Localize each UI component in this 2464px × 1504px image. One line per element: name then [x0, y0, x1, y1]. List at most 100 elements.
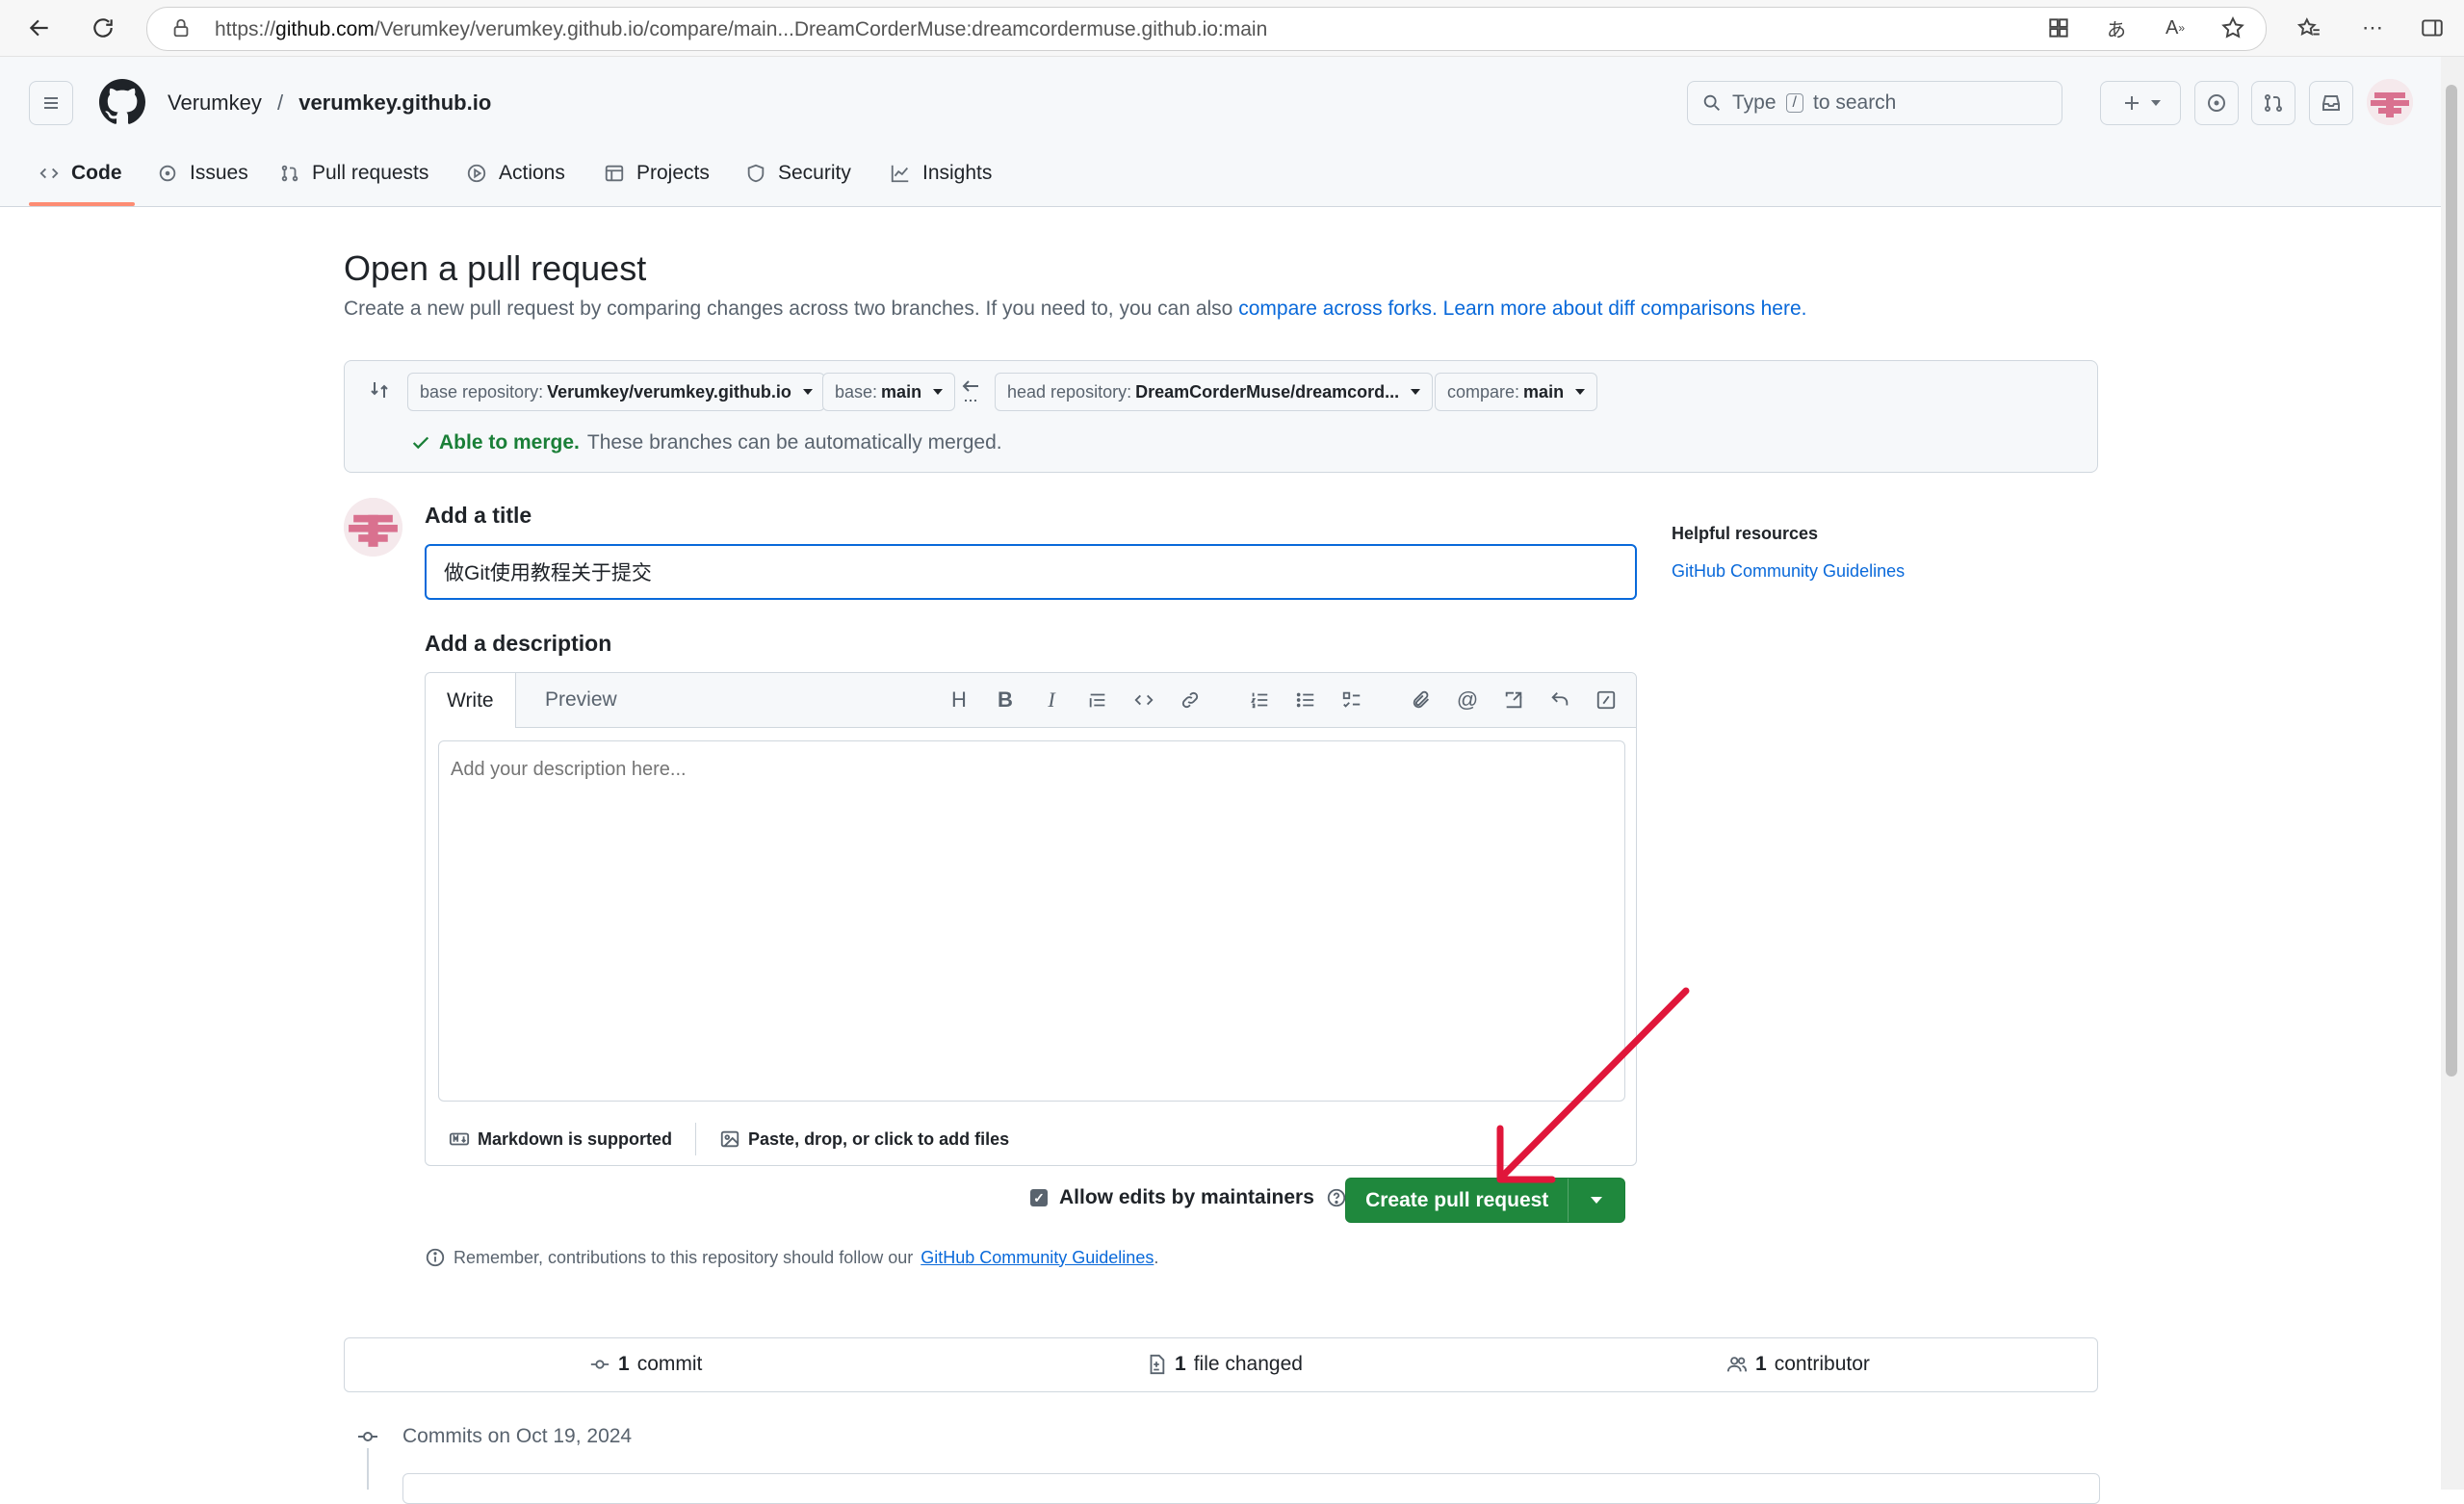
menu-icon[interactable]: [29, 81, 73, 125]
base-repository-value: Verumkey/verumkey.github.io: [547, 381, 791, 402]
code-icon: [39, 168, 59, 179]
chevron-down-icon: [802, 389, 813, 395]
plus-icon: [2125, 96, 2139, 110]
back-icon[interactable]: [21, 10, 58, 46]
commits-date-heading: Commits on Oct 19, 2024: [402, 1425, 633, 1447]
chevron-down-icon: [1411, 389, 1421, 395]
quote-icon[interactable]: [1084, 687, 1111, 713]
files-label: file changed: [1193, 1353, 1303, 1375]
files-stat[interactable]: 1 file changed: [1146, 1353, 1303, 1376]
mention-icon[interactable]: @: [1454, 687, 1481, 713]
create-pull-request-button[interactable]: Create pull request: [1345, 1178, 1625, 1223]
base-branch-value: main: [881, 381, 922, 402]
translate-icon[interactable]: あ: [2102, 13, 2131, 42]
issues-icon[interactable]: [2194, 81, 2239, 125]
active-tab-indicator: [29, 202, 135, 206]
description-textarea[interactable]: [438, 740, 1625, 1102]
reply-icon[interactable]: [1546, 687, 1573, 713]
compare-branch-select[interactable]: compare: main: [1435, 373, 1598, 411]
tab-issues-label: Issues: [190, 162, 248, 184]
sidebar-toggle-icon[interactable]: [2418, 13, 2447, 42]
lock-icon: [170, 17, 192, 39]
search-input[interactable]: Type / to search: [1687, 81, 2062, 125]
community-guidelines-link[interactable]: GitHub Community Guidelines: [921, 1248, 1154, 1268]
user-avatar[interactable]: [2367, 79, 2413, 125]
commit-icon: [356, 1425, 379, 1448]
contributors-count: 1: [1755, 1353, 1767, 1375]
github-logo-icon[interactable]: [99, 79, 145, 125]
tab-issues[interactable]: Issues: [157, 154, 248, 193]
tab-actions[interactable]: Actions: [466, 154, 565, 193]
tab-write[interactable]: Write: [426, 673, 516, 728]
head-repository-select[interactable]: head repository: DreamCorderMuse/dreamco…: [995, 373, 1434, 411]
tab-insights[interactable]: Insights: [890, 154, 992, 193]
search-suffix: to search: [1812, 91, 1897, 114]
bold-icon[interactable]: B: [992, 687, 1019, 713]
pull-requests-icon[interactable]: [2251, 81, 2295, 125]
commit-list-card: [402, 1473, 2100, 1504]
tab-code-label: Code: [71, 162, 122, 184]
unordered-list-icon[interactable]: [1292, 687, 1319, 713]
refresh-icon[interactable]: [85, 10, 121, 46]
slash-command-icon[interactable]: [1593, 687, 1620, 713]
read-aloud-icon[interactable]: A»: [2161, 13, 2190, 42]
base-repository-select[interactable]: base repository: Verumkey/verumkey.githu…: [407, 373, 825, 411]
tab-code[interactable]: Code: [39, 154, 122, 193]
create-options-dropdown[interactable]: [1568, 1179, 1624, 1222]
shield-icon: [747, 164, 765, 183]
repo-link[interactable]: verumkey.github.io: [298, 91, 491, 115]
apps-icon[interactable]: [2044, 13, 2073, 42]
graph-icon: [891, 165, 909, 183]
contributors-stat[interactable]: 1 contributor: [1726, 1353, 1870, 1376]
create-new-button[interactable]: [2100, 81, 2181, 125]
info-icon: [426, 1248, 445, 1267]
title-input[interactable]: [425, 544, 1637, 600]
tab-security[interactable]: Security: [745, 154, 851, 193]
title-label: Add a title: [425, 503, 532, 528]
create-pull-request-label: Create pull request: [1365, 1188, 1549, 1211]
task-list-icon[interactable]: [1338, 687, 1365, 713]
add-files-button[interactable]: Paste, drop, or click to add files: [696, 1123, 1032, 1155]
compare-forks-link[interactable]: compare across forks.: [1238, 298, 1438, 320]
tab-preview[interactable]: Preview: [545, 673, 617, 727]
tab-projects[interactable]: Projects: [604, 154, 710, 193]
code-icon[interactable]: [1130, 687, 1157, 713]
allow-edits-label: Allow edits by maintainers: [1059, 1186, 1314, 1208]
head-repository-label: head repository:: [1007, 381, 1132, 402]
address-bar[interactable]: https://github.com/Verumkey/verumkey.git…: [146, 7, 2267, 51]
breadcrumb: Verumkey / verumkey.github.io: [168, 91, 491, 116]
inbox-icon[interactable]: [2309, 81, 2353, 125]
editor-footer: Markdown is supported Paste, drop, or cl…: [426, 1111, 1636, 1167]
help-icon[interactable]: [1326, 1187, 1347, 1208]
allow-edits-checkbox[interactable]: ✓: [1030, 1189, 1048, 1206]
compare-branch-label: compare:: [1447, 381, 1520, 402]
attach-icon[interactable]: [1408, 687, 1435, 713]
merge-status: Able to merge. These branches can be aut…: [410, 431, 1002, 454]
table-icon: [605, 165, 624, 182]
star-icon[interactable]: [2218, 13, 2247, 42]
base-branch-select[interactable]: base: main: [822, 373, 956, 411]
base-repository-label: base repository:: [420, 381, 544, 402]
more-options-icon[interactable]: ⋯: [2358, 13, 2387, 42]
description-editor: Write Preview H B I @ Markdown is suppor…: [425, 672, 1637, 1166]
scrollbar-thumb[interactable]: [2446, 85, 2457, 1076]
tab-pull-requests[interactable]: Pull requests: [279, 154, 428, 193]
tab-pull-requests-label: Pull requests: [312, 162, 429, 184]
commits-count: 1: [618, 1353, 630, 1375]
italic-icon[interactable]: I: [1038, 687, 1065, 713]
link-icon[interactable]: [1177, 687, 1204, 713]
learn-more-link[interactable]: Learn more about diff comparisons here.: [1443, 298, 1807, 320]
reference-icon[interactable]: [1500, 687, 1527, 713]
ordered-list-icon[interactable]: [1246, 687, 1273, 713]
commits-stat[interactable]: 1 commit: [589, 1353, 702, 1376]
sidebar-guidelines-link[interactable]: GitHub Community Guidelines: [1672, 561, 1905, 582]
chevron-down-icon: [933, 389, 944, 395]
check-icon: [412, 436, 429, 450]
markdown-note[interactable]: Markdown is supported: [426, 1123, 697, 1155]
owner-link[interactable]: Verumkey: [168, 91, 262, 115]
compare-branch-value: main: [1523, 381, 1565, 402]
heading-icon[interactable]: H: [946, 687, 973, 713]
page-subtitle: Create a new pull request by comparing c…: [344, 298, 1806, 321]
allow-edits-control[interactable]: ✓ Allow edits by maintainers: [1030, 1186, 1347, 1209]
favorites-icon[interactable]: [2295, 13, 2323, 42]
